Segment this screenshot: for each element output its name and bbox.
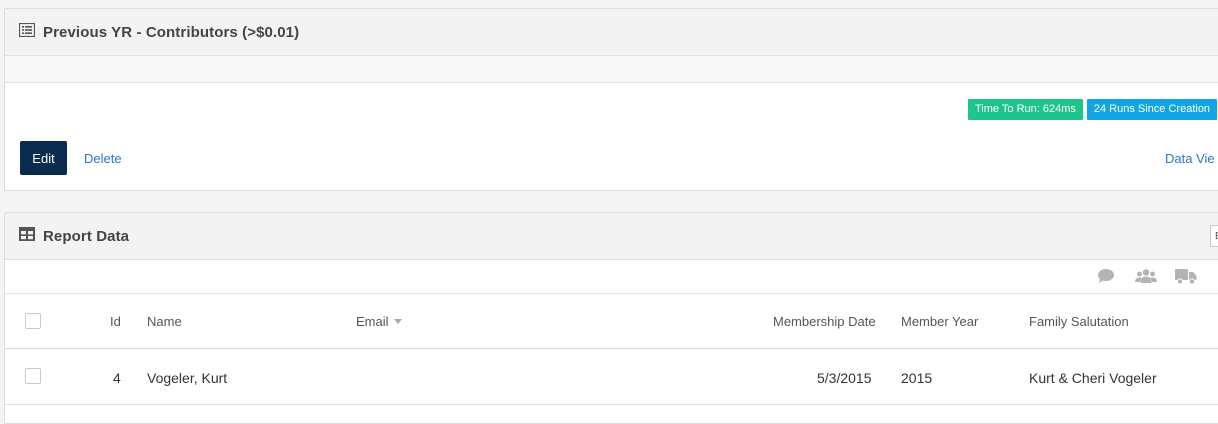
column-header-name[interactable]: Name (147, 314, 182, 329)
delete-button[interactable]: Delete (84, 151, 122, 166)
table-row: 4 Vogeler, Kurt 5/3/2015 2015 Kurt & Che… (5, 349, 1218, 405)
report-data-heading: Report Data Ex (5, 213, 1218, 260)
column-header-family-salutation[interactable]: Family Salutation (1029, 314, 1129, 329)
cell-id: 4 (113, 370, 121, 386)
column-header-membership-date[interactable]: Membership Date (773, 314, 876, 329)
column-header-email[interactable]: Email (356, 314, 402, 329)
report-description-bar (5, 56, 1218, 83)
report-data-title: Report Data (43, 227, 130, 245)
truck-icon[interactable] (1175, 268, 1197, 290)
sort-caret-down-icon (393, 319, 402, 324)
cell-family-salutation: Kurt & Cheri Vogeler (1029, 370, 1157, 386)
list-alt-icon (18, 22, 36, 42)
report-stats-badges: Time To Run: 624ms 24 Runs Since Creatio… (968, 99, 1218, 120)
edit-button[interactable]: Edit (20, 141, 67, 175)
report-title: Previous YR - Contributors (>$0.01) (43, 23, 300, 41)
comment-icon[interactable] (1097, 268, 1115, 289)
column-header-email-label: Email (356, 314, 389, 329)
grid-header-row: Id Name Email Membership Date Member Yea… (5, 294, 1218, 349)
runs-since-creation-badge: 24 Runs Since Creation (1086, 99, 1218, 120)
table-icon (19, 226, 35, 246)
time-to-run-badge: Time To Run: 624ms (968, 99, 1083, 120)
row-checkbox[interactable] (25, 368, 41, 384)
users-icon[interactable] (1135, 268, 1157, 289)
column-header-member-year[interactable]: Member Year (901, 314, 978, 329)
select-all-checkbox[interactable] (25, 313, 41, 329)
export-button[interactable]: Ex (1210, 225, 1218, 247)
column-header-id[interactable]: Id (110, 314, 121, 329)
report-data-panel: Report Data Ex (4, 212, 1218, 424)
cell-name-link[interactable]: Vogeler, Kurt (147, 370, 227, 386)
report-details-panel: Previous YR - Contributors (>$0.01) Time… (4, 8, 1218, 191)
report-details-heading: Previous YR - Contributors (>$0.01) (5, 9, 1218, 56)
cell-membership-date: 5/3/2015 (817, 370, 872, 386)
grid-toolbar (5, 260, 1218, 294)
cell-member-year: 2015 (901, 370, 933, 386)
data-view-link[interactable]: Data Vie (1165, 151, 1215, 166)
